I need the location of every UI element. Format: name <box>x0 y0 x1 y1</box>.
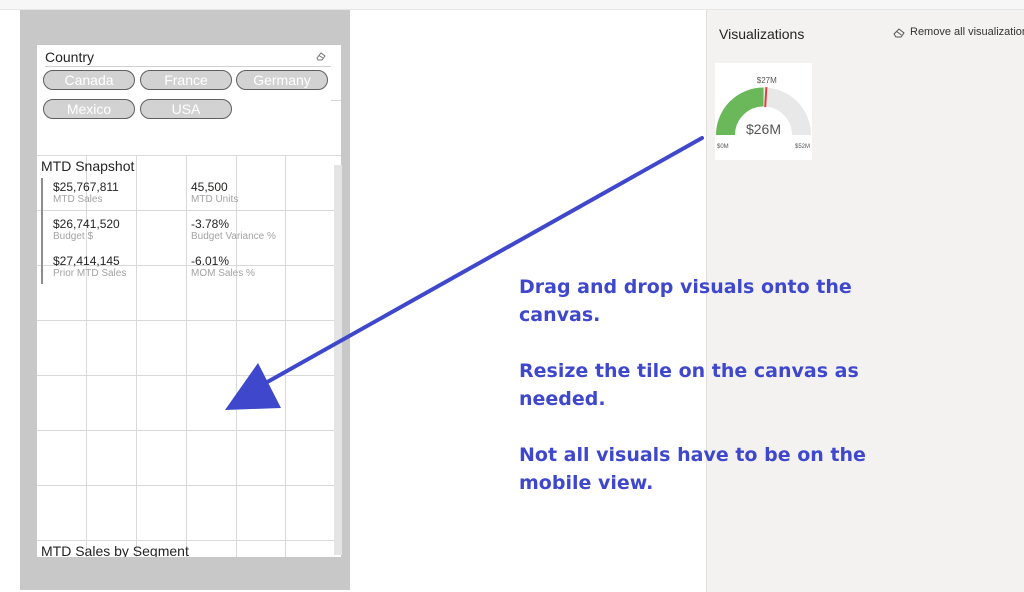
grid-line <box>37 485 341 486</box>
kpi-value: $25,767,811 <box>53 180 119 194</box>
mtd-snapshot-card[interactable]: MTD Snapshot $25,767,811 MTD Sales 45,50… <box>37 156 331 286</box>
kpi-value: 45,500 <box>191 180 228 194</box>
top-toolbar-strip <box>0 0 1024 10</box>
slicer-option-usa[interactable]: USA <box>140 99 232 119</box>
app-root: Country Canada France Germany Mexico USA… <box>0 0 1024 592</box>
kpi-label: MTD Sales <box>53 194 103 205</box>
instruction-not-all: Not all visuals have to be on the mobile… <box>519 444 866 494</box>
remove-all-visualizations-button[interactable]: Remove all visualizations <box>910 26 1024 38</box>
kpi-value: $26,741,520 <box>53 217 120 231</box>
slicer-title: Country <box>45 49 95 65</box>
grid-line <box>37 540 341 541</box>
grid-line <box>37 430 341 431</box>
slicer-option-mexico[interactable]: Mexico <box>43 99 135 119</box>
eraser-icon[interactable] <box>893 27 905 38</box>
gauge-target-label: $27M <box>757 76 777 85</box>
kpi-value: -6.01% <box>191 254 230 268</box>
snapshot-title: MTD Snapshot <box>41 158 135 174</box>
slicer-option-france[interactable]: France <box>140 70 232 90</box>
kpi-prior-mtd-sales: $27,414,145 Prior MTD Sales <box>53 254 126 280</box>
visualizations-title: Visualizations <box>719 26 805 42</box>
kpi-value: -3.78% <box>191 217 230 231</box>
gauge-value-label: $26M <box>746 121 781 137</box>
kpi-budget-variance: -3.78% Budget Variance % <box>191 217 276 243</box>
kpi-mtd-sales: $25,767,811 MTD Sales <box>53 180 119 206</box>
kpi-mtd-units: 45,500 MTD Units <box>191 180 238 206</box>
gauge-target-marker <box>764 87 768 108</box>
kpi-budget: $26,741,520 Budget $ <box>53 217 120 243</box>
canvas-scrollbar[interactable] <box>334 165 342 555</box>
kpi-label: MOM Sales % <box>191 268 255 279</box>
gauge-max-label: $52M <box>795 144 810 150</box>
instruction-resize: Resize the tile on the canvas as needed. <box>519 360 859 410</box>
country-slicer[interactable]: Country Canada France Germany Mexico USA <box>37 45 331 155</box>
gauge-min-label: $0M <box>717 144 729 150</box>
kpi-value: $27,414,145 <box>53 254 120 268</box>
gauge-visual-card[interactable]: $27M $26M $0M $52M <box>715 63 812 160</box>
kpi-mom-sales: -6.01% MOM Sales % <box>191 254 255 280</box>
kpi-label: MTD Units <box>191 194 239 205</box>
mobile-canvas[interactable]: Country Canada France Germany Mexico USA… <box>37 45 341 557</box>
snapshot-accent-bar <box>41 178 43 284</box>
kpi-label: Budget $ <box>53 231 94 242</box>
slicer-option-germany[interactable]: Germany <box>236 70 328 90</box>
instructions-text: Drag and drop visuals onto the canvas. R… <box>519 273 879 525</box>
kpi-label: Budget Variance % <box>191 231 276 242</box>
instruction-drag-drop: Drag and drop visuals onto the canvas. <box>519 276 852 326</box>
kpi-label: Prior MTD Sales <box>53 268 127 279</box>
eraser-icon[interactable] <box>315 51 327 61</box>
slicer-option-canada[interactable]: Canada <box>43 70 135 90</box>
grid-line <box>37 375 341 376</box>
slicer-divider <box>45 66 331 67</box>
gauge-chart: $27M $26M $0M $52M <box>716 76 811 150</box>
segment-title[interactable]: MTD Sales by Segment <box>41 543 189 557</box>
grid-line <box>37 320 341 321</box>
